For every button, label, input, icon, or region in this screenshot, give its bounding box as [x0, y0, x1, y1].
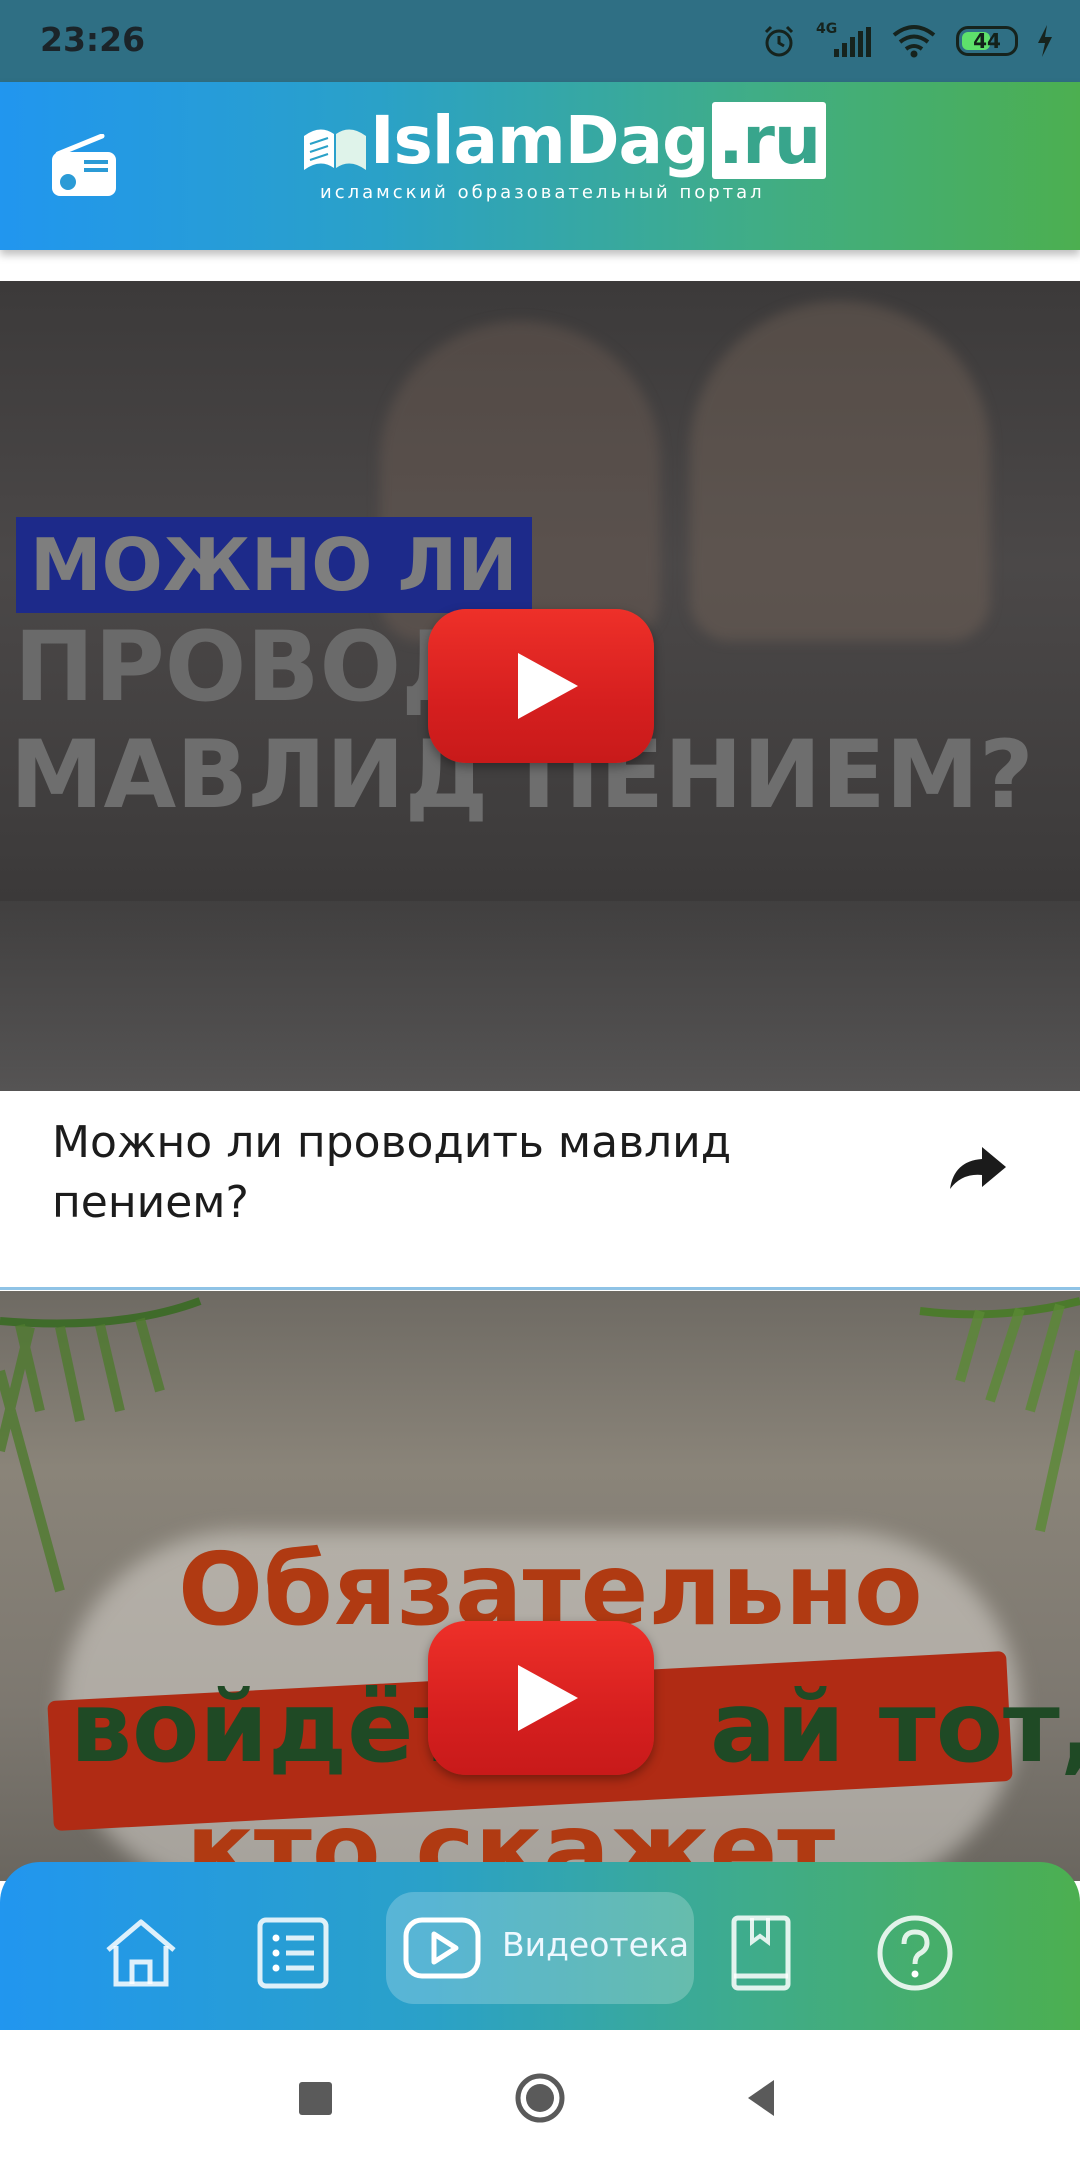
nav-label-videos: Видеотека [502, 1925, 690, 1964]
question-icon[interactable] [876, 1914, 954, 1992]
charging-icon [1038, 25, 1052, 57]
video-thumbnail-1[interactable]: МОЖНО ЛИ ПРОВОД МАВЛИД ПЕНИЕМ? [0, 281, 1080, 1091]
back-button[interactable] [744, 2078, 778, 2118]
signal-icon: 4G [816, 21, 872, 61]
thumb-text-line: ПРОВОД [14, 611, 487, 723]
status-time: 23:26 [40, 20, 146, 59]
logo-tld: .ru [712, 102, 826, 179]
play-button[interactable] [428, 1621, 654, 1775]
home-button[interactable] [514, 2072, 566, 2124]
open-book-icon [304, 129, 366, 170]
video-play-icon [403, 1917, 481, 1979]
video-title[interactable]: Можно ли проводить мавлид пением? [52, 1113, 872, 1233]
thumb-figure [690, 301, 990, 641]
play-button[interactable] [428, 609, 654, 763]
app-header: IslamDag .ru исламский образовательный по… [0, 82, 1080, 250]
status-icons: 4G 44 [760, 18, 1054, 64]
alarm-icon [764, 25, 794, 57]
wifi-icon [892, 25, 936, 58]
bottom-nav: Видеотека [0, 1862, 1080, 2030]
video-card-1-info: Можно ли проводить мавлид пением? [0, 1091, 1080, 1290]
nav-item-videos[interactable]: Видеотека [386, 1892, 694, 2004]
battery-level: 44 [973, 29, 1001, 53]
radio-icon[interactable] [50, 134, 118, 198]
thumb-figure [0, 901, 1080, 1091]
thumb-text-line: войдёт [70, 1671, 471, 1785]
home-icon[interactable] [102, 1914, 180, 1992]
thumb-text-highlight: МОЖНО ЛИ [16, 517, 532, 613]
video-thumbnail-2[interactable]: Обязательно войдёт ай тот, кто скажет... [0, 1291, 1080, 1881]
palm-leaf-right [919, 1297, 1080, 1533]
thumb-text-line: ай тот, [710, 1671, 1080, 1785]
share-icon[interactable] [948, 1143, 1008, 1193]
system-nav-bar [0, 2030, 1080, 2160]
list-icon[interactable] [254, 1914, 332, 1992]
logo-tagline: исламский образовательный портал [320, 182, 765, 203]
site-logo[interactable]: IslamDag .ru исламский образовательный по… [300, 102, 826, 220]
battery-icon: 44 [956, 26, 1018, 56]
status-bar: 23:26 4G 44 [0, 0, 1080, 82]
recents-button[interactable] [299, 2082, 332, 2115]
book-icon[interactable] [722, 1914, 800, 1992]
logo-text: IslamDag [370, 102, 709, 179]
